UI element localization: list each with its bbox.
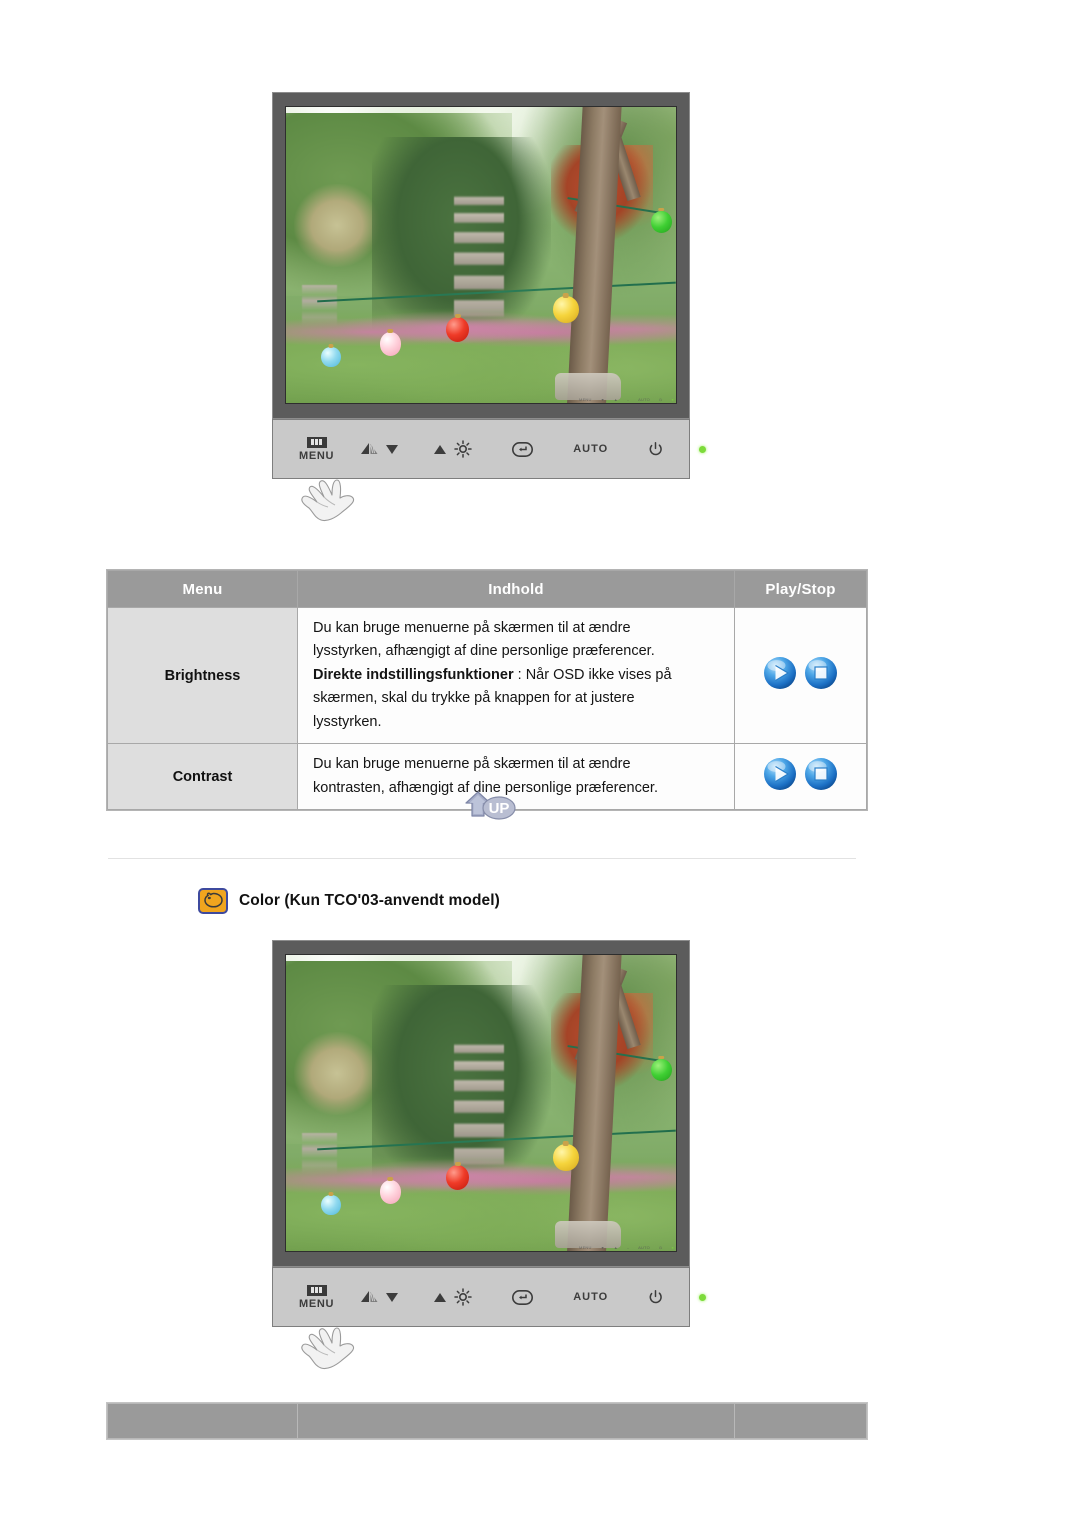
color-section-heading: Color (Kun TCO'03-anvendt model) [198, 888, 500, 914]
osd-mini-labels: MENU ▼ ▲ ⎯ AUTO ⏻ ● [579, 1245, 674, 1250]
monitor-bezel: MENU ▼ ▲ ⎯ AUTO ⏻ ● [272, 92, 690, 419]
color-section-title: Color (Kun TCO'03-anvendt model) [239, 892, 500, 909]
bottom-cell-right[interactable] [735, 1404, 866, 1438]
lantern-green [650, 210, 673, 233]
table-row: Brightness Du kan bruge menuerne på skær… [108, 608, 866, 744]
garden-photo [286, 107, 676, 403]
monitor-control-panel: MENU AUTO [272, 419, 707, 522]
arrow-down-icon [386, 1292, 399, 1302]
osd-mini-labels: MENU ▼ ▲ ⎯ AUTO ⏻ ● [579, 397, 674, 402]
bottom-cell-middle[interactable] [298, 1404, 734, 1438]
menu-icon [306, 1284, 327, 1296]
content-line-bold: Direkte indstillingsfunktioner [313, 666, 514, 683]
hand-pointer-cursor [301, 1327, 355, 1370]
lantern-yellow [553, 1144, 579, 1172]
contrast-button[interactable] [360, 442, 399, 456]
power-button[interactable] [648, 441, 663, 457]
power-button[interactable] [648, 1289, 663, 1305]
lantern-green [650, 1058, 673, 1081]
contrast-button[interactable] [360, 1290, 399, 1304]
menu-button-label: MENU [299, 1297, 335, 1310]
bottom-navigation-table [106, 1402, 868, 1440]
color-palette-icon [198, 888, 228, 914]
content-line: skærmen, skal du trykke på knappen for a… [313, 690, 635, 707]
content-line: Du kan bruge menuerne på skærmen til at … [313, 756, 631, 773]
section-divider [108, 858, 856, 859]
menu-button-label: MENU [299, 449, 335, 462]
lantern-pink [379, 331, 402, 356]
contrast-icon [361, 443, 378, 454]
arrow-down-icon [386, 444, 399, 454]
content-line-suffix: : Når OSD ikke vises på [513, 666, 672, 683]
contrast-icon [361, 1291, 378, 1302]
monitor-screen: MENU ▼ ▲ ⎯ AUTO ⏻ ● [285, 106, 677, 404]
arrow-up-icon [434, 444, 447, 454]
monitor-screen: MENU ▼ ▲ ⎯ AUTO ⏻ ● [285, 954, 677, 1252]
monitor-control-panel: MENU AUTO [272, 1267, 707, 1370]
monitor-illustration-brightness-contrast: MENU ▼ ▲ ⎯ AUTO ⏻ ● MENU AUTO [272, 92, 707, 522]
column-header-menu: Menu [108, 571, 297, 607]
row-menu-brightness: Brightness [108, 608, 297, 744]
monitor-illustration-color: MENU ▼ ▲ ⎯ AUTO ⏻ ● MENU AUTO [272, 940, 707, 1370]
content-line: lysstyrken, afhængigt af dine personlige… [313, 643, 655, 660]
row-menu-contrast: Contrast [108, 744, 297, 810]
lantern-yellow [553, 296, 579, 324]
row-playstop-brightness [735, 608, 866, 744]
lantern-cyan [321, 1194, 341, 1216]
column-header-playstop: Play/Stop [735, 571, 866, 607]
page-root: MENU ▼ ▲ ⎯ AUTO ⏻ ● MENU AUTO Menu Indho… [0, 0, 1080, 1528]
hand-pointer-cursor [301, 479, 355, 522]
brightness-icon [454, 1288, 472, 1306]
enter-icon [512, 441, 534, 457]
monitor-bezel: MENU ▼ ▲ ⎯ AUTO ⏻ ● [272, 940, 690, 1267]
enter-icon [512, 1289, 534, 1305]
lantern-cyan [321, 346, 341, 368]
row-content-brightness: Du kan bruge menuerne på skærmen til at … [298, 608, 734, 744]
power-icon [649, 1289, 662, 1303]
enter-button[interactable] [512, 1289, 534, 1305]
auto-button[interactable]: AUTO [573, 1291, 608, 1303]
play-button[interactable] [761, 654, 799, 692]
lantern-pink [379, 1179, 402, 1204]
power-led-indicator [699, 445, 707, 453]
menu-button[interactable]: MENU [299, 436, 335, 462]
row-playstop-contrast [735, 744, 866, 810]
enter-button[interactable] [512, 441, 534, 457]
up-brightness-button[interactable] [434, 1288, 472, 1306]
menu-button[interactable]: MENU [299, 1284, 335, 1310]
up-brightness-button[interactable] [434, 440, 472, 458]
column-header-indhold: Indhold [298, 571, 734, 607]
table-row [108, 1404, 866, 1438]
content-line: Du kan bruge menuerne på skærmen til at … [313, 620, 631, 636]
power-led-indicator [699, 1293, 707, 1301]
up-button[interactable]: UP [457, 786, 521, 827]
table-header-row: Menu Indhold Play/Stop [108, 571, 866, 607]
power-icon [649, 441, 662, 455]
auto-button[interactable]: AUTO [573, 443, 608, 455]
garden-photo [286, 955, 676, 1251]
brightness-icon [454, 440, 472, 458]
content-line: lysstyrken. [313, 713, 382, 730]
stop-button[interactable] [802, 654, 840, 692]
arrow-up-icon [434, 1292, 447, 1302]
stop-button[interactable] [802, 755, 840, 793]
osd-function-table: Menu Indhold Play/Stop Brightness Du kan… [106, 569, 868, 812]
play-button[interactable] [761, 755, 799, 793]
bottom-cell-left[interactable] [108, 1404, 297, 1438]
up-button-label: UP [489, 800, 510, 817]
menu-icon [306, 436, 327, 448]
